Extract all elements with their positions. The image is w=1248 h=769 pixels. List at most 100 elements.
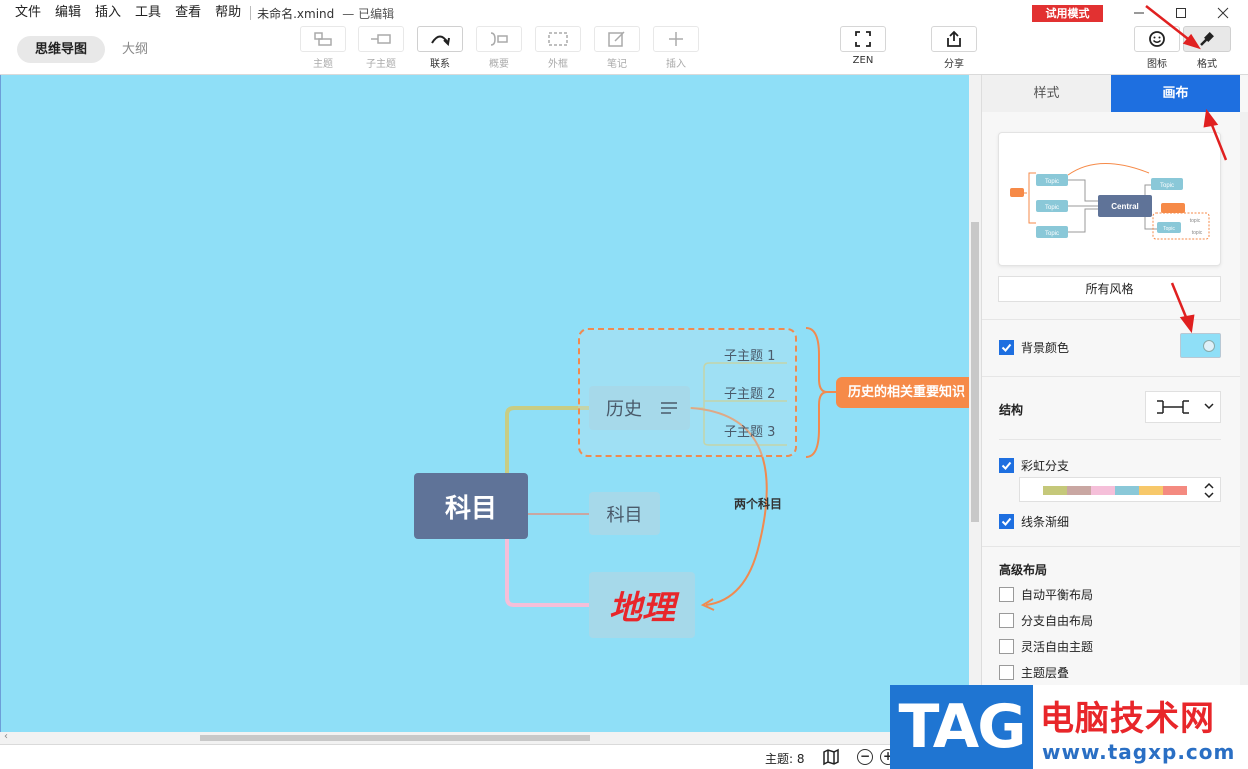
structure-dropdown[interactable] [1145, 391, 1221, 423]
icon-button-label: 图标 [1147, 59, 1167, 70]
preview-central: Central [1111, 202, 1139, 211]
line-taper-checkbox[interactable] [999, 514, 1014, 529]
summary-button-label: 概要 [489, 59, 509, 70]
structure-label: 结构 [999, 403, 1024, 417]
scroll-left-icon[interactable]: ‹ [4, 731, 8, 742]
minimize-button[interactable] [1116, 0, 1162, 26]
vertical-scrollbar[interactable] [969, 75, 981, 732]
zoom-out-button[interactable]: − [857, 749, 873, 765]
summary-button[interactable]: 概要 [475, 26, 523, 75]
note-lines-icon [661, 402, 677, 414]
auto-balance-checkbox[interactable] [999, 587, 1014, 602]
flexible-topic-checkbox[interactable] [999, 639, 1014, 654]
relation-label[interactable]: 两个科目 [734, 495, 782, 512]
note-button[interactable]: 笔记 [593, 26, 641, 75]
rainbow-swatch-2 [1067, 486, 1091, 495]
background-color-picker[interactable] [1180, 333, 1221, 358]
line-taper-row[interactable]: 线条渐细 [999, 513, 1069, 530]
summary-topic[interactable]: 历史的相关重要知识 [836, 377, 969, 408]
topic-button[interactable]: 主题 [299, 26, 347, 75]
tab-outline[interactable]: 大纲 [113, 36, 157, 63]
menu-separator [250, 6, 252, 20]
topic-history-label: 历史 [606, 399, 642, 420]
topic-button-label: 主题 [313, 59, 333, 70]
menu-file[interactable]: 文件 [0, 0, 48, 26]
divider [982, 546, 1240, 547]
panel-scrollbar[interactable] [1240, 112, 1248, 744]
subtopic-button[interactable]: 子主题 [357, 26, 405, 75]
share-button-label: 分享 [944, 59, 964, 70]
topic-icon [314, 32, 332, 46]
structure-icon [1157, 400, 1214, 414]
rainbow-colors-dropdown[interactable] [1019, 477, 1221, 502]
toolbar: 思维导图 大纲 主题 子主题 联系 概要 外框 笔记 插入 ZEN 分享 图标 [0, 26, 1248, 75]
paint-brush-icon [1200, 32, 1214, 46]
rainbow-branch-label: 彩虹分支 [1021, 459, 1070, 473]
topic-count: 主题: 8 [765, 752, 805, 766]
subtopic-3[interactable]: 子主题 3 [724, 421, 775, 440]
share-button[interactable]: 分享 [930, 26, 978, 75]
minimize-icon [1134, 12, 1144, 14]
central-topic[interactable]: 科目 [414, 473, 528, 539]
subtopic-1[interactable]: 子主题 1 [724, 345, 775, 364]
background-color-row[interactable]: 背景颜色 [999, 339, 1069, 356]
flexible-topic-row[interactable]: 灵活自由主题 [999, 638, 1093, 655]
rainbow-branch-row[interactable]: 彩虹分支 [999, 457, 1069, 474]
mindmap-canvas[interactable]: 科目 历史 科目 地理 子主题 1 子主题 2 子主题 3 历史的相关重要知识 … [0, 75, 969, 732]
map-icon[interactable] [822, 748, 840, 766]
all-styles-button[interactable]: 所有风格 [998, 276, 1221, 302]
subtopic-icon [371, 34, 391, 44]
topic-history[interactable]: 历史 [589, 386, 690, 430]
topic-subject[interactable]: 科目 [589, 492, 660, 535]
central-topic-label: 科目 [444, 493, 497, 524]
summary-icon [490, 32, 508, 46]
topic-geography[interactable]: 地理 [589, 572, 695, 638]
boundary-button[interactable]: 外框 [534, 26, 582, 75]
trial-mode-badge[interactable]: 试用模式 [1032, 5, 1103, 22]
icon-button[interactable]: 图标 [1133, 26, 1181, 75]
zen-button[interactable]: ZEN [839, 26, 887, 75]
tab-canvas[interactable]: 画布 [1111, 75, 1240, 112]
horizontal-scroll-thumb[interactable] [200, 735, 590, 741]
auto-balance-row[interactable]: 自动平衡布局 [999, 586, 1093, 603]
watermark-logo: TAG [890, 685, 1033, 769]
menu-edit[interactable]: 编辑 [48, 0, 88, 26]
relation-icon [431, 35, 450, 46]
auto-balance-label: 自动平衡布局 [1021, 588, 1094, 602]
topic-overlap-checkbox[interactable] [999, 665, 1014, 680]
format-panel: 样式 画布 Topic Topic Topic Central Topic To… [981, 75, 1248, 744]
style-preview-diagram: Topic Topic Topic Central Topic Topic to… [1010, 163, 1210, 240]
relation-button[interactable]: 联系 [416, 26, 464, 75]
close-button[interactable] [1200, 0, 1246, 26]
plus-icon [669, 32, 683, 46]
relation-button-label: 联系 [430, 59, 450, 70]
preview-topic-1: Topic [1045, 179, 1059, 185]
note-icon [608, 31, 625, 47]
tab-mindmap[interactable]: 思维导图 [17, 36, 105, 63]
watermark: TAG 电脑技术网 www.tagxp.com [890, 685, 1248, 769]
menu-tools[interactable]: 工具 [128, 0, 168, 26]
format-button[interactable]: 格式 [1183, 26, 1231, 75]
connector-lines [505, 327, 836, 611]
share-icon [947, 30, 961, 47]
menu-insert[interactable]: 插入 [88, 0, 128, 26]
tab-style[interactable]: 样式 [982, 75, 1111, 112]
edit-status: — 已编辑 [342, 6, 395, 21]
background-color-checkbox[interactable] [999, 340, 1014, 355]
branch-free-checkbox[interactable] [999, 613, 1014, 628]
topic-overlap-row[interactable]: 主题层叠 [999, 664, 1069, 681]
menu-help[interactable]: 帮助 [208, 0, 248, 26]
insert-button[interactable]: 插入 [652, 26, 700, 75]
vertical-scroll-thumb[interactable] [971, 222, 979, 522]
branch-free-row[interactable]: 分支自由布局 [999, 612, 1093, 629]
maximize-button[interactable] [1158, 0, 1204, 26]
preview-topic-2: Topic [1045, 205, 1059, 211]
rainbow-branch-checkbox[interactable] [999, 458, 1014, 473]
subtopic-2[interactable]: 子主题 2 [724, 383, 775, 402]
preview-topic-4: Topic [1160, 183, 1174, 189]
horizontal-scrollbar[interactable]: ‹ [0, 731, 969, 744]
preview-topic-5: Topic [1163, 226, 1175, 232]
style-preview[interactable]: Topic Topic Topic Central Topic Topic to… [998, 132, 1221, 266]
menu-view[interactable]: 查看 [168, 0, 208, 26]
format-button-label: 格式 [1197, 59, 1217, 70]
